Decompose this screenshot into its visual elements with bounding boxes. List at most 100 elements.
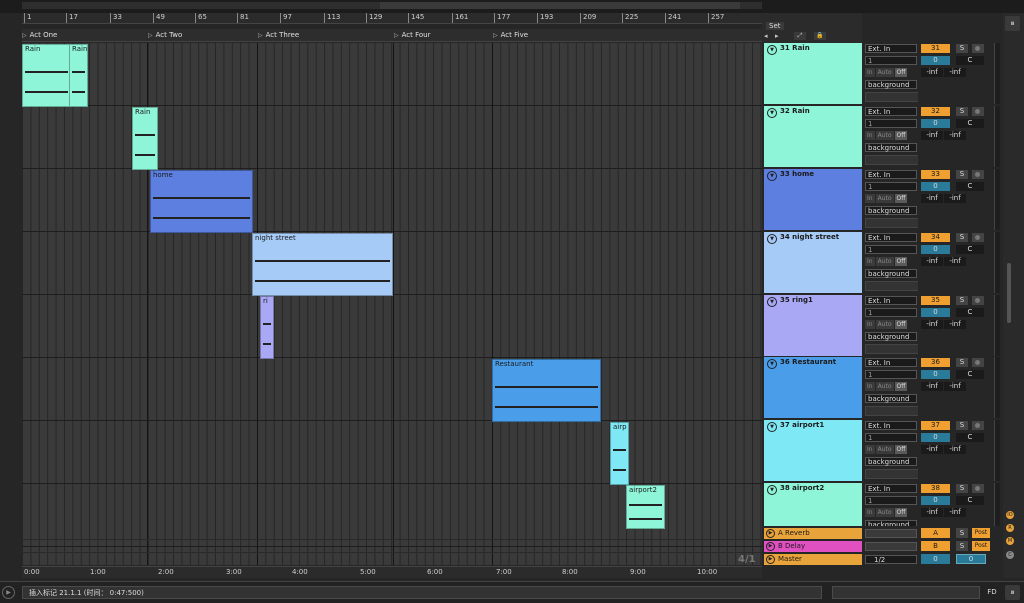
monitor-in[interactable]: In (865, 508, 875, 517)
output-channel-select[interactable] (865, 281, 918, 291)
return-track-header[interactable]: ▶ B Delay (764, 541, 862, 552)
monitor-in[interactable]: In (865, 445, 875, 454)
monitor-in[interactable]: In (865, 131, 875, 140)
track-activator-button[interactable]: 35 (921, 296, 950, 305)
output-select[interactable]: background (865, 269, 917, 278)
arm-button[interactable] (972, 484, 984, 493)
view-toggle-io[interactable]: IO (1006, 511, 1014, 519)
monitor-off[interactable]: Off (894, 320, 908, 329)
input-type-select[interactable]: Ext. In (865, 233, 917, 242)
track-activator-button[interactable]: 33 (921, 170, 950, 179)
monitor-auto[interactable]: Auto (875, 194, 894, 203)
solo-button[interactable]: S (956, 170, 968, 179)
input-type-select[interactable]: Ext. In (865, 358, 917, 367)
monitor-switch[interactable]: In Auto Off (865, 257, 917, 266)
vertical-scrollbar-thumb[interactable] (1007, 263, 1011, 323)
arm-button[interactable] (972, 421, 984, 430)
arm-button[interactable] (972, 44, 984, 53)
volume-field[interactable]: 0 (921, 245, 950, 254)
track-activator-button[interactable]: 36 (921, 358, 950, 367)
arm-button[interactable] (972, 170, 984, 179)
track-header[interactable]: ▼ 33 home (764, 169, 862, 230)
monitor-off[interactable]: Off (894, 445, 908, 454)
monitor-off[interactable]: Off (894, 131, 908, 140)
fold-toggle-icon[interactable]: ▼ (767, 108, 777, 118)
grid-view-icon[interactable]: ⏸ (1005, 16, 1020, 31)
volume-field[interactable]: 0 (921, 119, 950, 128)
solo-button[interactable]: S (956, 421, 968, 430)
input-channel-select[interactable]: 1 (865, 245, 917, 254)
audio-clip[interactable]: night street (252, 233, 393, 296)
nav-back-icon[interactable]: ◂ (764, 32, 768, 40)
fold-toggle-icon[interactable]: ▼ (767, 485, 777, 495)
lock-icon[interactable]: 🔒 (814, 32, 826, 40)
track-header[interactable]: ▼ 37 airport1 (764, 420, 862, 481)
locator-4[interactable]: Act Four (394, 30, 431, 41)
monitor-in[interactable]: In (865, 257, 875, 266)
monitor-in[interactable]: In (865, 382, 875, 391)
pan-field[interactable]: C (956, 496, 984, 505)
solo-button[interactable]: S (956, 541, 968, 551)
monitor-switch[interactable]: In Auto Off (865, 320, 917, 329)
master-volume-b[interactable]: 0 (956, 554, 986, 564)
master-output-select[interactable]: 1/2 (865, 555, 917, 564)
pan-field[interactable]: C (956, 119, 984, 128)
audio-clip[interactable]: airport2 (626, 485, 665, 529)
view-toggle-c[interactable]: C (1006, 551, 1014, 559)
output-channel-select[interactable] (865, 469, 918, 479)
monitor-switch[interactable]: In Auto Off (865, 194, 917, 203)
input-channel-select[interactable]: 1 (865, 308, 917, 317)
nav-forward-icon[interactable]: ▸ (775, 32, 779, 40)
track-activator-button[interactable]: 38 (921, 484, 950, 493)
return-track-header[interactable]: ▶ Master (764, 554, 862, 565)
track-header[interactable]: ▼ 32 Rain (764, 106, 862, 167)
post-button[interactable]: Post (972, 528, 990, 538)
output-channel-select[interactable] (865, 92, 918, 102)
view-toggle-m[interactable]: M (1006, 537, 1014, 545)
output-select[interactable]: background (865, 80, 917, 89)
output-channel-select[interactable] (865, 155, 918, 165)
fold-toggle-icon[interactable]: ▼ (767, 171, 777, 181)
monitor-auto[interactable]: Auto (875, 257, 894, 266)
arrangement-view[interactable]: Rain Rain Rain home night street ri Restaurant… (22, 43, 762, 565)
audio-clip[interactable]: ri (260, 296, 274, 359)
volume-field[interactable]: 0 (921, 496, 950, 505)
fold-toggle-icon[interactable]: ▶ (766, 542, 775, 551)
locator-lane[interactable]: Act One Act Two Act Three Act Four Act Five (22, 29, 762, 42)
solo-button[interactable]: S (956, 528, 968, 538)
input-channel-select[interactable]: 1 (865, 182, 917, 191)
monitor-auto[interactable]: Auto (875, 508, 894, 517)
arm-button[interactable] (972, 107, 984, 116)
monitor-off[interactable]: Off (894, 257, 908, 266)
pan-field[interactable]: C (956, 56, 984, 65)
input-type-select[interactable]: Ext. In (865, 421, 917, 430)
solo-button[interactable]: S (956, 484, 968, 493)
input-channel-select[interactable]: 1 (865, 119, 917, 128)
monitor-switch[interactable]: In Auto Off (865, 508, 917, 517)
output-select[interactable]: background (865, 332, 917, 341)
return-activator-button[interactable]: B (921, 541, 950, 551)
arm-button[interactable] (972, 296, 984, 305)
solo-button[interactable]: S (956, 233, 968, 242)
pan-field[interactable]: C (956, 182, 984, 191)
track-activator-button[interactable]: 32 (921, 107, 950, 116)
output-channel-select[interactable] (865, 218, 918, 228)
beat-ruler[interactable]: 1 17 33 49 65 81 97 113 129 145 161 177 193 209 225 241… (22, 13, 762, 24)
output-select[interactable]: background (865, 394, 917, 403)
input-channel-select[interactable]: 1 (865, 433, 917, 442)
arm-button[interactable] (972, 358, 984, 367)
audio-clip[interactable]: home (150, 170, 253, 233)
solo-button[interactable]: S (956, 107, 968, 116)
monitor-in[interactable]: In (865, 194, 875, 203)
pan-field[interactable]: C (956, 370, 984, 379)
track-activator-button[interactable]: 31 (921, 44, 950, 53)
solo-button[interactable]: S (956, 44, 968, 53)
monitor-switch[interactable]: In Auto Off (865, 131, 917, 140)
fold-toggle-icon[interactable]: ▶ (766, 529, 775, 538)
track-activator-button[interactable]: 37 (921, 421, 950, 430)
post-button[interactable]: Post (972, 541, 990, 551)
return-track-header[interactable]: ▶ A Reverb (764, 528, 862, 539)
pan-field[interactable]: C (956, 245, 984, 254)
locator-2[interactable]: Act Two (148, 30, 183, 41)
input-type-select[interactable]: Ext. In (865, 484, 917, 493)
